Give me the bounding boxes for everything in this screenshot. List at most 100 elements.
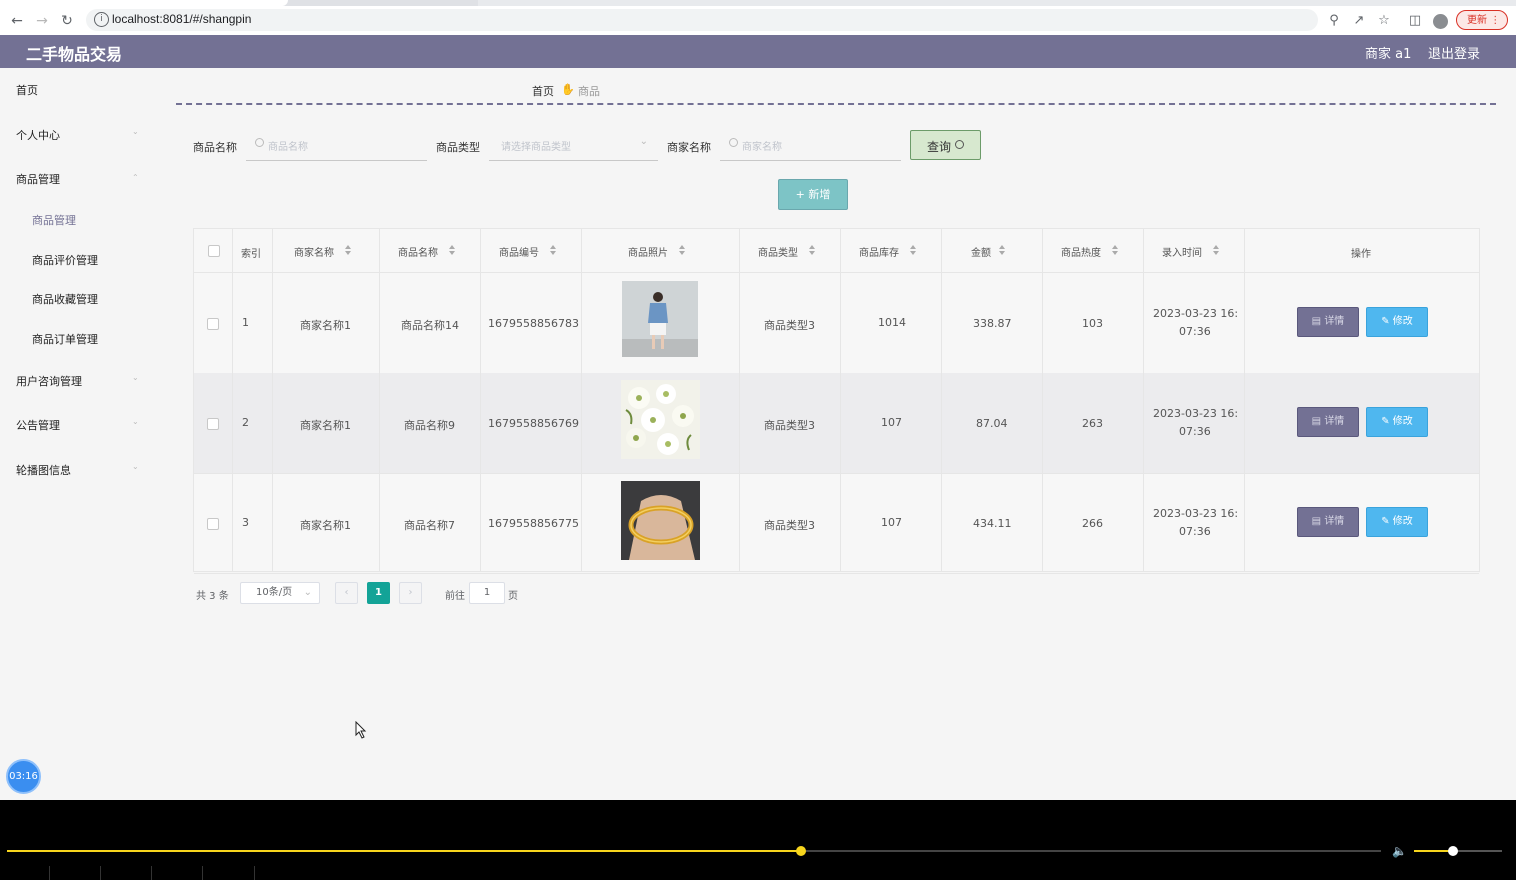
timer-badge[interactable]: 03:16 xyxy=(6,759,41,794)
edit-button[interactable]: ✎ 修改 xyxy=(1366,507,1428,537)
breadcrumb-current: 商品 xyxy=(578,85,600,98)
forward-arrow-icon[interactable]: → xyxy=(33,12,51,30)
prev-page-button[interactable]: ‹ xyxy=(335,582,358,604)
detail-button[interactable]: ▤ 详情 xyxy=(1297,307,1359,337)
product-type-select[interactable]: 请选择商品类型 ⌄ xyxy=(489,131,658,161)
sort-icon[interactable] xyxy=(999,245,1005,255)
row-checkbox[interactable] xyxy=(207,418,219,430)
sort-icon[interactable] xyxy=(345,245,351,255)
product-photo[interactable] xyxy=(621,481,700,560)
product-type-label: 商品类型 xyxy=(436,141,480,154)
player-control-slot[interactable] xyxy=(0,866,50,880)
column-divider xyxy=(1143,229,1144,571)
cell-price: 338.87 xyxy=(973,317,1012,330)
cell-time-clock: 07:36 xyxy=(1179,525,1211,538)
share-icon[interactable]: ↗ xyxy=(1351,13,1367,29)
product-photo[interactable] xyxy=(621,380,700,459)
header-product-type[interactable]: 商品类型 xyxy=(758,244,798,259)
app-title: 二手物品交易 xyxy=(26,45,123,64)
header-product-code[interactable]: 商品编号 xyxy=(499,244,539,259)
product-name-placeholder: 商品名称 xyxy=(268,142,308,153)
product-photo[interactable] xyxy=(622,281,698,357)
sort-icon[interactable] xyxy=(679,245,685,255)
document-icon: ▤ xyxy=(1311,516,1322,527)
cell-price: 434.11 xyxy=(973,517,1012,530)
header-stock[interactable]: 商品库存 xyxy=(859,244,899,259)
sort-icon[interactable] xyxy=(809,245,815,255)
star-icon[interactable]: ☆ xyxy=(1376,13,1392,29)
sort-icon[interactable] xyxy=(910,245,916,255)
sidebar-item-personal-center[interactable]: 个人中心 xyxy=(16,127,60,143)
detail-button[interactable]: ▤ 详情 xyxy=(1297,507,1359,537)
merchant-name-input[interactable]: 商家名称 xyxy=(720,131,901,161)
header-index: 索引 xyxy=(241,249,261,260)
chevron-down-icon: ⌄ xyxy=(132,127,139,136)
chevron-down-icon: ⌄ xyxy=(132,462,139,471)
product-name-input[interactable]: 商品名称 xyxy=(246,131,427,161)
cell-heat: 103 xyxy=(1082,317,1103,330)
cell-index: 1 xyxy=(242,316,249,329)
sidebar-item-home[interactable]: 首页 xyxy=(16,82,38,98)
cell-product-code: 1679558856783 xyxy=(488,317,579,330)
volume-icon[interactable]: 🔈 xyxy=(1392,844,1407,858)
goto-page-input[interactable]: 1 xyxy=(469,582,505,604)
column-divider xyxy=(232,229,233,571)
breadcrumb-home[interactable]: 首页 xyxy=(532,83,554,99)
edit-button[interactable]: ✎ 修改 xyxy=(1366,407,1428,437)
logout-link[interactable]: 退出登录 xyxy=(1428,43,1480,62)
sidebar-subitem-products[interactable]: 商品管理 xyxy=(32,212,76,228)
address-bar[interactable]: i localhost:8081/#/shangpin xyxy=(86,9,1318,31)
chevron-up-icon: ⌃ xyxy=(132,173,139,182)
column-divider xyxy=(941,229,942,571)
select-all-checkbox[interactable] xyxy=(208,245,220,257)
header-heat[interactable]: 商品热度 xyxy=(1061,244,1101,259)
browser-update-button[interactable]: 更新 ⋮ xyxy=(1456,10,1508,30)
volume-handle[interactable] xyxy=(1447,846,1458,856)
sidebar-item-user-consult[interactable]: 用户咨询管理 xyxy=(16,373,82,389)
header-entry-time[interactable]: 录入时间 xyxy=(1162,244,1202,259)
merchant-name-placeholder: 商家名称 xyxy=(742,142,782,153)
detail-button[interactable]: ▤ 详情 xyxy=(1297,407,1359,437)
sort-icon[interactable] xyxy=(449,245,455,255)
header-product-name[interactable]: 商品名称 xyxy=(398,244,438,259)
player-control-slot[interactable] xyxy=(101,866,152,880)
column-divider xyxy=(480,229,481,571)
header-actions: 操作 xyxy=(1351,249,1371,260)
sort-icon[interactable] xyxy=(550,245,556,255)
page-1-button[interactable]: 1 xyxy=(367,582,390,604)
side-panel-icon[interactable]: ◫ xyxy=(1407,13,1423,29)
sort-icon[interactable] xyxy=(1112,245,1118,255)
key-icon[interactable]: ⚲ xyxy=(1326,13,1342,29)
sidebar-item-product-management[interactable]: 商品管理 xyxy=(16,171,60,187)
next-page-button[interactable]: › xyxy=(399,582,422,604)
cell-stock: 107 xyxy=(881,416,902,429)
player-control-slot[interactable] xyxy=(152,866,203,880)
reload-icon[interactable]: ↻ xyxy=(58,12,76,30)
add-button-label: 新增 xyxy=(808,188,831,201)
breadcrumb-divider xyxy=(176,103,1496,105)
add-button[interactable]: + 新增 xyxy=(778,179,848,210)
edit-button[interactable]: ✎ 修改 xyxy=(1366,307,1428,337)
sidebar-subitem-orders[interactable]: 商品订单管理 xyxy=(32,331,98,347)
video-player-bar: 🔈 xyxy=(0,800,1516,880)
edit-label: 修改 xyxy=(1392,316,1413,327)
back-arrow-icon[interactable]: ← xyxy=(8,12,26,30)
page-size-select[interactable]: 10条/页 ⌄ xyxy=(240,582,320,604)
profile-avatar-icon[interactable] xyxy=(1433,14,1448,29)
sort-icon[interactable] xyxy=(1213,245,1219,255)
player-control-slot[interactable] xyxy=(50,866,101,880)
sidebar-subitem-favorites[interactable]: 商品收藏管理 xyxy=(32,291,98,307)
sidebar-item-carousel[interactable]: 轮播图信息 xyxy=(16,462,71,478)
cell-merchant: 商家名称1 xyxy=(300,419,351,432)
query-button[interactable]: 查询 xyxy=(910,130,981,160)
site-info-icon[interactable]: i xyxy=(94,12,109,27)
sidebar-item-notices[interactable]: 公告管理 xyxy=(16,417,60,433)
sidebar-subitem-reviews[interactable]: 商品评价管理 xyxy=(32,252,98,268)
header-merchant[interactable]: 商家名称 xyxy=(294,244,334,259)
row-checkbox[interactable] xyxy=(207,518,219,530)
header-price[interactable]: 金额 xyxy=(971,244,991,259)
row-checkbox[interactable] xyxy=(207,318,219,330)
player-control-slot[interactable] xyxy=(203,866,255,880)
header-product-photo[interactable]: 商品照片 xyxy=(628,244,668,259)
progress-handle[interactable] xyxy=(796,846,807,856)
